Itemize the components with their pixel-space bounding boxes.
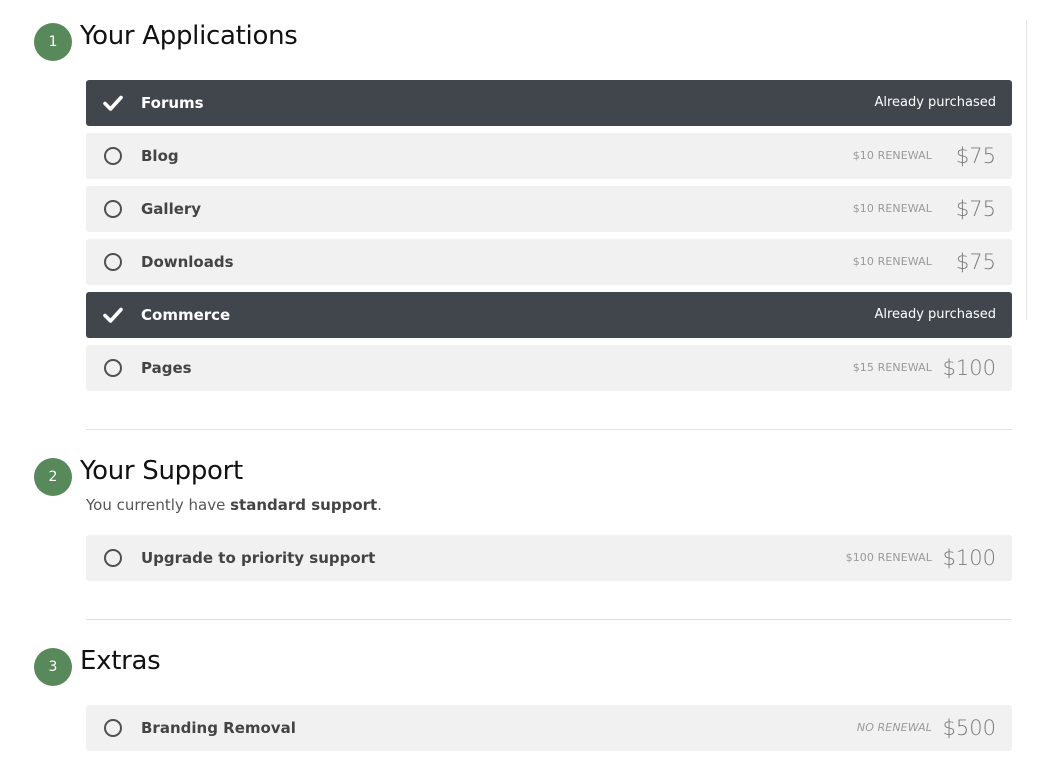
application-item-blog[interactable]: Blog $10 RENEWAL $75: [86, 133, 1012, 179]
renewal-price: $10 RENEWAL: [852, 255, 932, 268]
current-support-level: standard support: [230, 496, 378, 514]
description-suffix: .: [377, 496, 382, 514]
item-name: Gallery: [141, 200, 202, 218]
radio-unchecked-icon[interactable]: [104, 200, 122, 218]
checkmark-icon: [103, 307, 123, 323]
item-price: $75: [955, 197, 996, 221]
item-name: Upgrade to priority support: [141, 549, 376, 567]
radio-unchecked-icon[interactable]: [104, 147, 122, 165]
application-item-commerce[interactable]: Commerce Already purchased: [86, 292, 1012, 338]
checkmark-icon: [103, 95, 123, 111]
application-item-gallery[interactable]: Gallery $10 RENEWAL $75: [86, 186, 1012, 232]
step-badge: 2: [34, 458, 72, 496]
renewal-price: $10 RENEWAL: [852, 202, 932, 215]
section-title: Your Support: [80, 456, 243, 486]
section-divider: [86, 619, 1012, 620]
scroll-divider: [1026, 20, 1027, 320]
item-name: Branding Removal: [141, 719, 296, 737]
step-badge: 3: [34, 648, 72, 686]
description-prefix: You currently have: [86, 496, 231, 514]
radio-unchecked-icon[interactable]: [104, 549, 122, 567]
item-price: $100: [942, 546, 996, 570]
renewal-price: NO RENEWAL: [856, 721, 932, 734]
item-name: Commerce: [141, 306, 231, 324]
renewal-price: $100 RENEWAL: [845, 551, 932, 564]
radio-unchecked-icon[interactable]: [104, 253, 122, 271]
purchased-status: Already purchased: [874, 307, 996, 322]
application-item-pages[interactable]: Pages $15 RENEWAL $100: [86, 345, 1012, 391]
renewal-price: $10 RENEWAL: [852, 149, 932, 162]
support-description: You currently have standard support.: [86, 496, 382, 514]
application-item-forums[interactable]: Forums Already purchased: [86, 80, 1012, 126]
radio-unchecked-icon[interactable]: [104, 359, 122, 377]
item-price: $75: [955, 144, 996, 168]
item-price: $100: [942, 356, 996, 380]
purchased-status: Already purchased: [874, 95, 996, 110]
item-name: Pages: [141, 359, 192, 377]
support-item-priority[interactable]: Upgrade to priority support $100 RENEWAL…: [86, 535, 1012, 581]
step-badge: 1: [34, 23, 72, 61]
item-price: $75: [955, 250, 996, 274]
renewal-price: $15 RENEWAL: [852, 361, 932, 374]
section-title: Extras: [80, 646, 161, 676]
extras-item-branding-removal[interactable]: Branding Removal NO RENEWAL $500: [86, 705, 1012, 751]
item-name: Forums: [141, 94, 204, 112]
radio-unchecked-icon[interactable]: [104, 719, 122, 737]
item-name: Downloads: [141, 253, 234, 271]
application-item-downloads[interactable]: Downloads $10 RENEWAL $75: [86, 239, 1012, 285]
section-divider: [86, 429, 1012, 430]
item-name: Blog: [141, 147, 179, 165]
item-price: $500: [942, 716, 996, 740]
section-title: Your Applications: [80, 21, 298, 51]
